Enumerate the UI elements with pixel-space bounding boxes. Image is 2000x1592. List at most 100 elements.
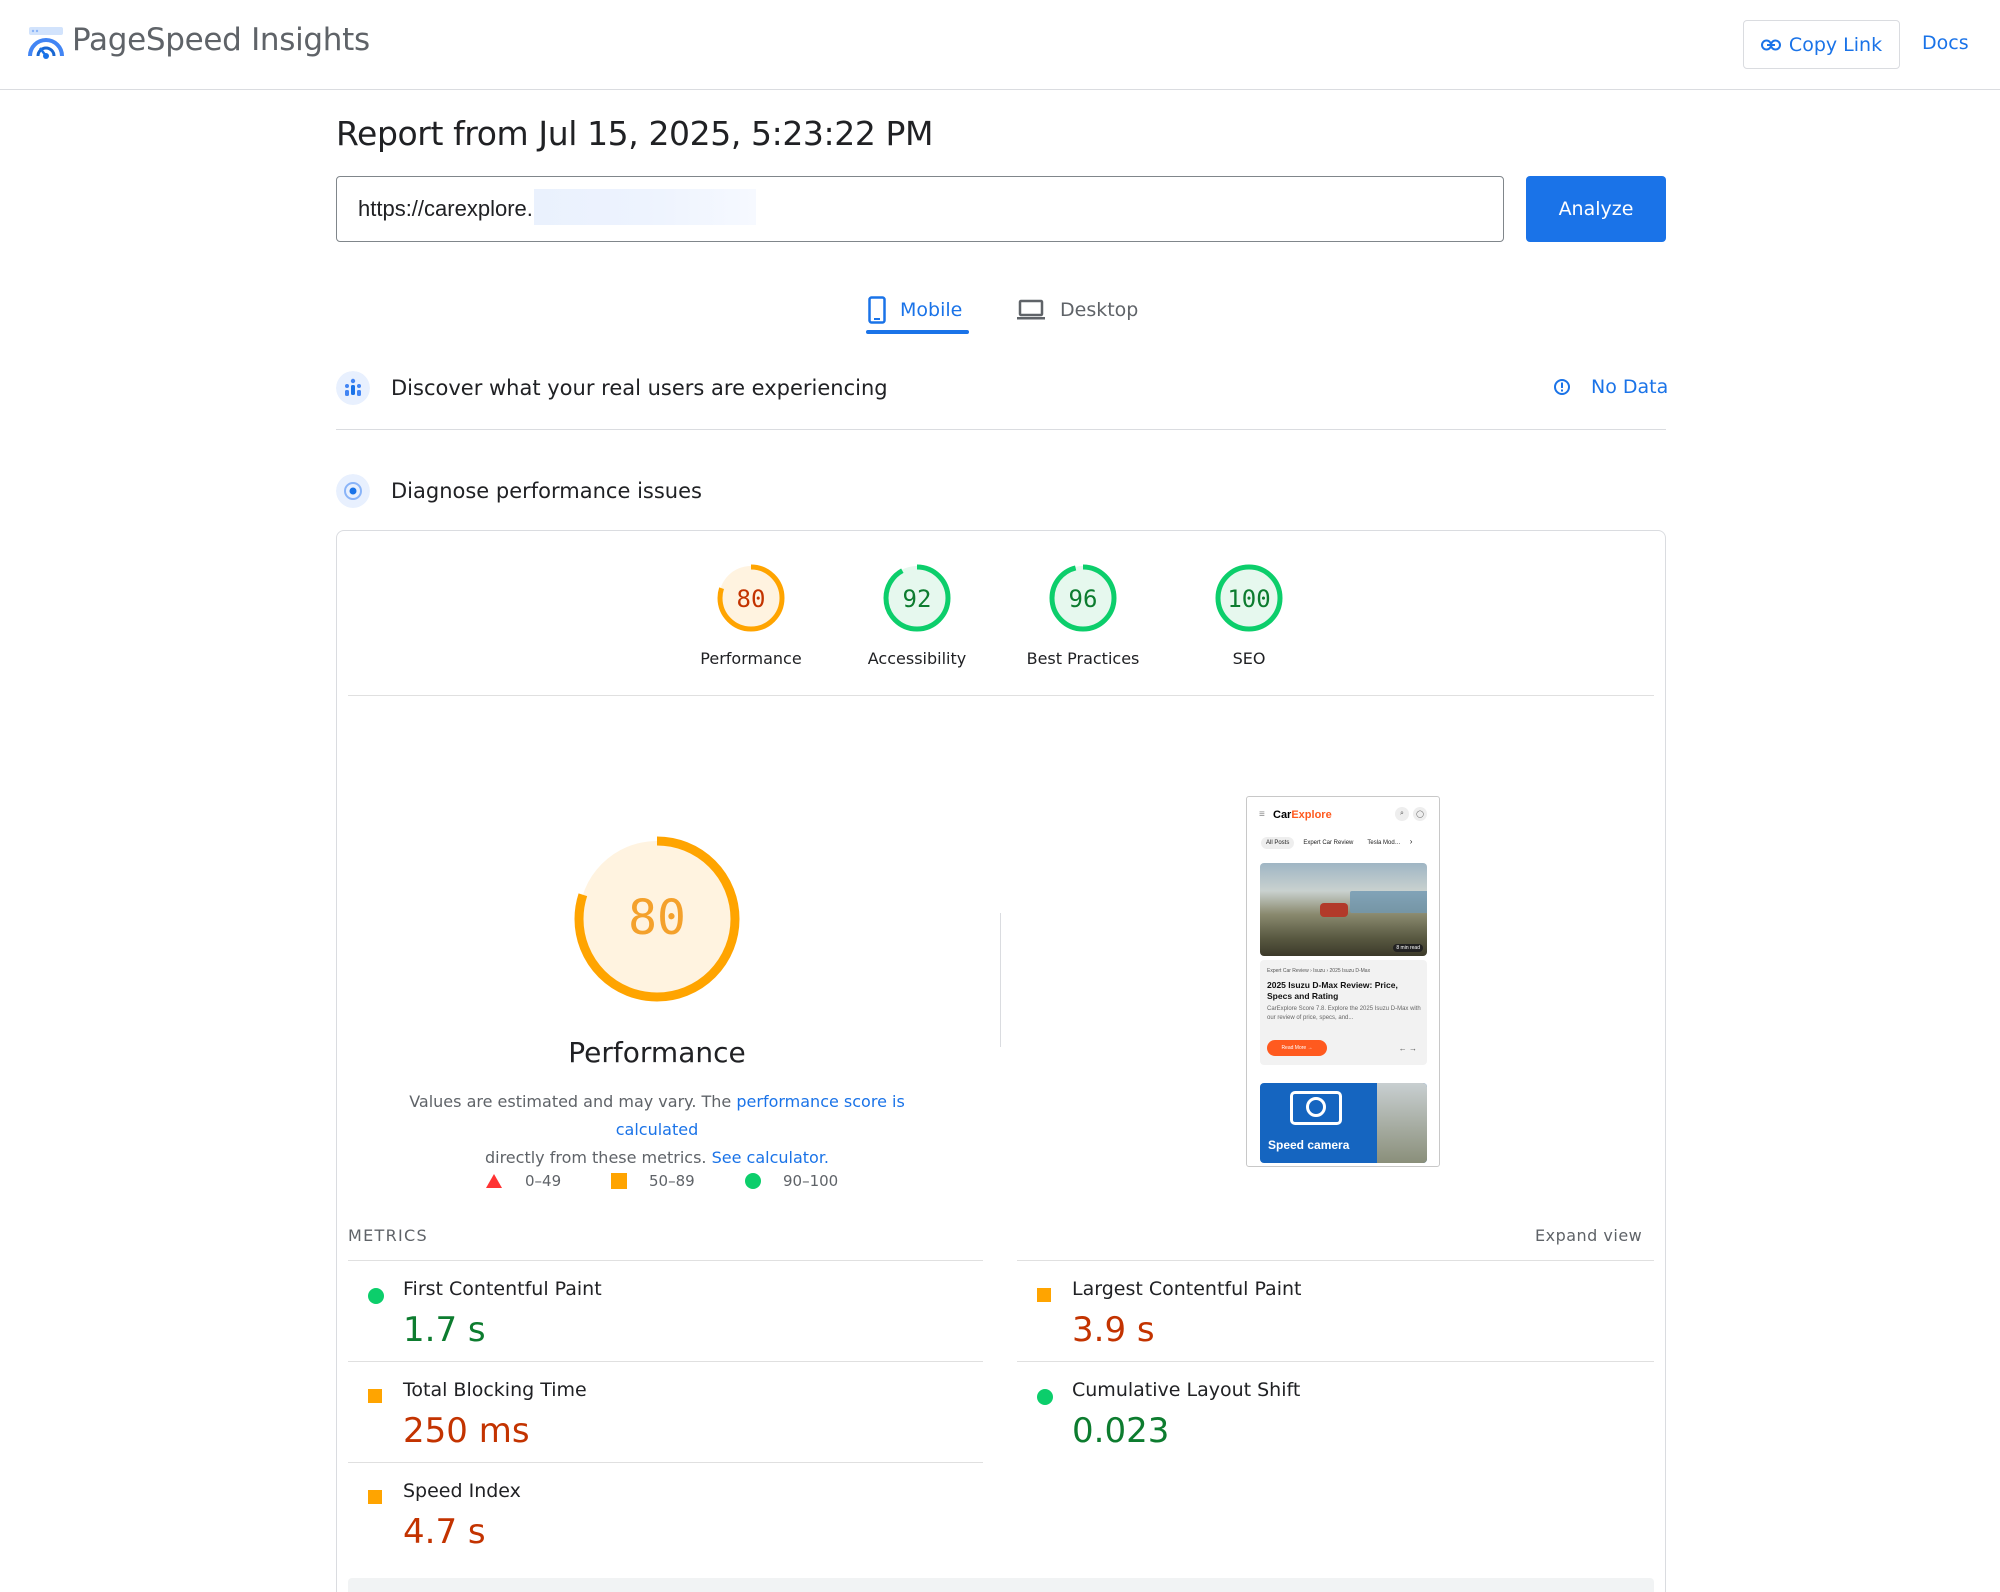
see-calculator-link[interactable]: See calculator. bbox=[712, 1148, 829, 1167]
section-divider bbox=[336, 429, 1666, 430]
average-indicator-icon bbox=[368, 1389, 382, 1403]
carousel-arrows: ← → bbox=[1398, 1044, 1417, 1053]
orange-square-icon bbox=[611, 1173, 627, 1189]
hero-image: 8 min read bbox=[1260, 863, 1427, 956]
score-gauge-value: 92 bbox=[903, 585, 932, 613]
score-gauge-value: 100 bbox=[1227, 585, 1270, 613]
chevron-right-icon: › bbox=[1409, 837, 1413, 846]
score-gauge-label[interactable]: SEO bbox=[1174, 649, 1324, 668]
metric-value: 250 ms bbox=[403, 1411, 530, 1451]
metric-cumulative-layout-shift: Cumulative Layout Shift 0.023 bbox=[1017, 1367, 1637, 1467]
score-gauge-value: 80 bbox=[737, 585, 766, 613]
legend-average-label: 50–89 bbox=[649, 1172, 695, 1190]
page-screenshot[interactable]: ≡ CarExplore ⌕ ◯ All Posts Expert Car Re… bbox=[1246, 796, 1440, 1167]
score-gauge-seo[interactable]: 100 bbox=[1213, 562, 1285, 634]
score-gauge-label[interactable]: Best Practices bbox=[1008, 649, 1158, 668]
metric-largest-contentful-paint: Largest Contentful Paint 3.9 s bbox=[1017, 1266, 1637, 1366]
article-title: 2025 Isuzu D-Max Review: Price, Specs an… bbox=[1267, 980, 1398, 1001]
laptop-icon bbox=[1017, 299, 1045, 320]
metric-divider bbox=[348, 1260, 983, 1261]
legend-average: 50–89 bbox=[611, 1172, 695, 1190]
collapsed-panel bbox=[348, 1578, 1654, 1592]
scores-divider bbox=[348, 695, 1654, 696]
metric-value: 0.023 bbox=[1072, 1411, 1170, 1451]
green-circle-icon bbox=[745, 1173, 761, 1189]
camera-lens-icon bbox=[1306, 1097, 1326, 1117]
users-icon bbox=[336, 371, 370, 405]
metric-value: 3.9 s bbox=[1072, 1310, 1155, 1350]
top-bar: PageSpeed Insights Copy Link Docs bbox=[0, 0, 2000, 90]
metric-speed-index: Speed Index 4.7 s bbox=[348, 1468, 968, 1568]
metric-value: 4.7 s bbox=[403, 1512, 486, 1552]
average-indicator-icon bbox=[1037, 1288, 1051, 1302]
tab-active-indicator bbox=[866, 330, 969, 334]
good-indicator-icon bbox=[368, 1288, 384, 1304]
article-card: Expert Car Review › Isuzu › 2025 Isuzu D… bbox=[1260, 960, 1427, 1065]
card2-photo bbox=[1377, 1083, 1427, 1163]
metric-divider bbox=[1017, 1260, 1654, 1261]
metric-name: Speed Index bbox=[403, 1480, 521, 1502]
score-gauge-label[interactable]: Performance bbox=[676, 649, 826, 668]
brand-explore: Explore bbox=[1291, 809, 1332, 821]
vertical-separator bbox=[1000, 913, 1001, 1047]
copy-link-label: Copy Link bbox=[1788, 33, 1883, 56]
url-input[interactable]: https://carexplore. bbox=[336, 176, 1504, 242]
article-breadcrumb: Expert Car Review › Isuzu › 2025 Isuzu D… bbox=[1267, 968, 1371, 974]
info-icon bbox=[1554, 379, 1570, 395]
user-icon: ◯ bbox=[1413, 807, 1427, 821]
no-data-link[interactable]: No Data bbox=[1553, 376, 1668, 398]
score-gauge-performance[interactable]: 80 bbox=[715, 562, 787, 634]
search-icon: ⌕ bbox=[1395, 807, 1409, 821]
performance-gauge-value: 80 bbox=[628, 890, 686, 946]
tab-desktop-label: Desktop bbox=[1060, 299, 1139, 321]
hero-car bbox=[1320, 903, 1348, 917]
article-description: CarExplore Score 7.8. Explore the 2025 I… bbox=[1267, 1006, 1421, 1021]
read-time-badge: 8 min read bbox=[1393, 944, 1423, 952]
site-logo: CarExplore bbox=[1273, 809, 1332, 821]
metric-value: 1.7 s bbox=[403, 1310, 486, 1350]
no-data-label: No Data bbox=[1591, 376, 1669, 398]
tab-mobile[interactable]: Mobile bbox=[868, 284, 968, 336]
desc-text: Values are estimated and may vary. The bbox=[409, 1092, 737, 1111]
diagnose-title: Diagnose performance issues bbox=[391, 479, 702, 503]
metric-first-contentful-paint: First Contentful Paint 1.7 s bbox=[348, 1266, 968, 1366]
copy-link-button[interactable]: Copy Link bbox=[1743, 20, 1900, 69]
score-gauge-best-practices[interactable]: 96 bbox=[1047, 562, 1119, 634]
tab-desktop[interactable]: Desktop bbox=[1016, 284, 1146, 336]
performance-gauge[interactable]: 80 bbox=[570, 832, 744, 1006]
desc-text-2: directly from these metrics. bbox=[484, 1148, 712, 1167]
legend-fail-label: 0–49 bbox=[525, 1172, 562, 1190]
metric-name: Cumulative Layout Shift bbox=[1072, 1379, 1301, 1401]
good-indicator-icon bbox=[1037, 1389, 1053, 1405]
app-title[interactable]: PageSpeed Insights bbox=[72, 22, 370, 58]
url-redaction bbox=[534, 189, 756, 225]
analyze-button[interactable]: Analyze bbox=[1526, 176, 1666, 242]
legend-fail: 0–49 bbox=[485, 1172, 561, 1190]
performance-description: Values are estimated and may vary. The p… bbox=[370, 1088, 944, 1172]
link-icon bbox=[1760, 39, 1781, 50]
pagespeed-logo-icon[interactable] bbox=[26, 24, 66, 64]
hero-sea bbox=[1350, 891, 1427, 913]
diagnose-icon bbox=[336, 474, 370, 508]
legend-pass: 90–100 bbox=[745, 1172, 838, 1190]
metric-name: First Contentful Paint bbox=[403, 1278, 602, 1300]
chip: All Posts bbox=[1261, 837, 1295, 849]
score-gauge-value: 96 bbox=[1069, 585, 1098, 613]
metric-name: Largest Contentful Paint bbox=[1072, 1278, 1302, 1300]
score-gauge-label[interactable]: Accessibility bbox=[842, 649, 992, 668]
chip: Expert Car Review bbox=[1298, 837, 1359, 849]
metric-name: Total Blocking Time bbox=[403, 1379, 587, 1401]
real-users-title: Discover what your real users are experi… bbox=[391, 376, 888, 400]
score-gauge-accessibility[interactable]: 92 bbox=[881, 562, 953, 634]
menu-icon: ≡ bbox=[1259, 809, 1265, 820]
performance-title: Performance bbox=[568, 1036, 746, 1069]
docs-link[interactable]: Docs bbox=[1922, 32, 1969, 54]
url-input-value: https://carexplore. bbox=[358, 196, 533, 221]
speed-camera-card: Speed camera bbox=[1260, 1083, 1427, 1163]
legend-pass-label: 90–100 bbox=[783, 1172, 839, 1190]
card2-title: Speed camera bbox=[1268, 1138, 1350, 1152]
phone-icon bbox=[868, 296, 886, 324]
metric-total-blocking-time: Total Blocking Time 250 ms bbox=[348, 1367, 968, 1467]
average-indicator-icon bbox=[368, 1490, 382, 1504]
expand-view-toggle[interactable]: Expand view bbox=[1535, 1226, 1642, 1245]
